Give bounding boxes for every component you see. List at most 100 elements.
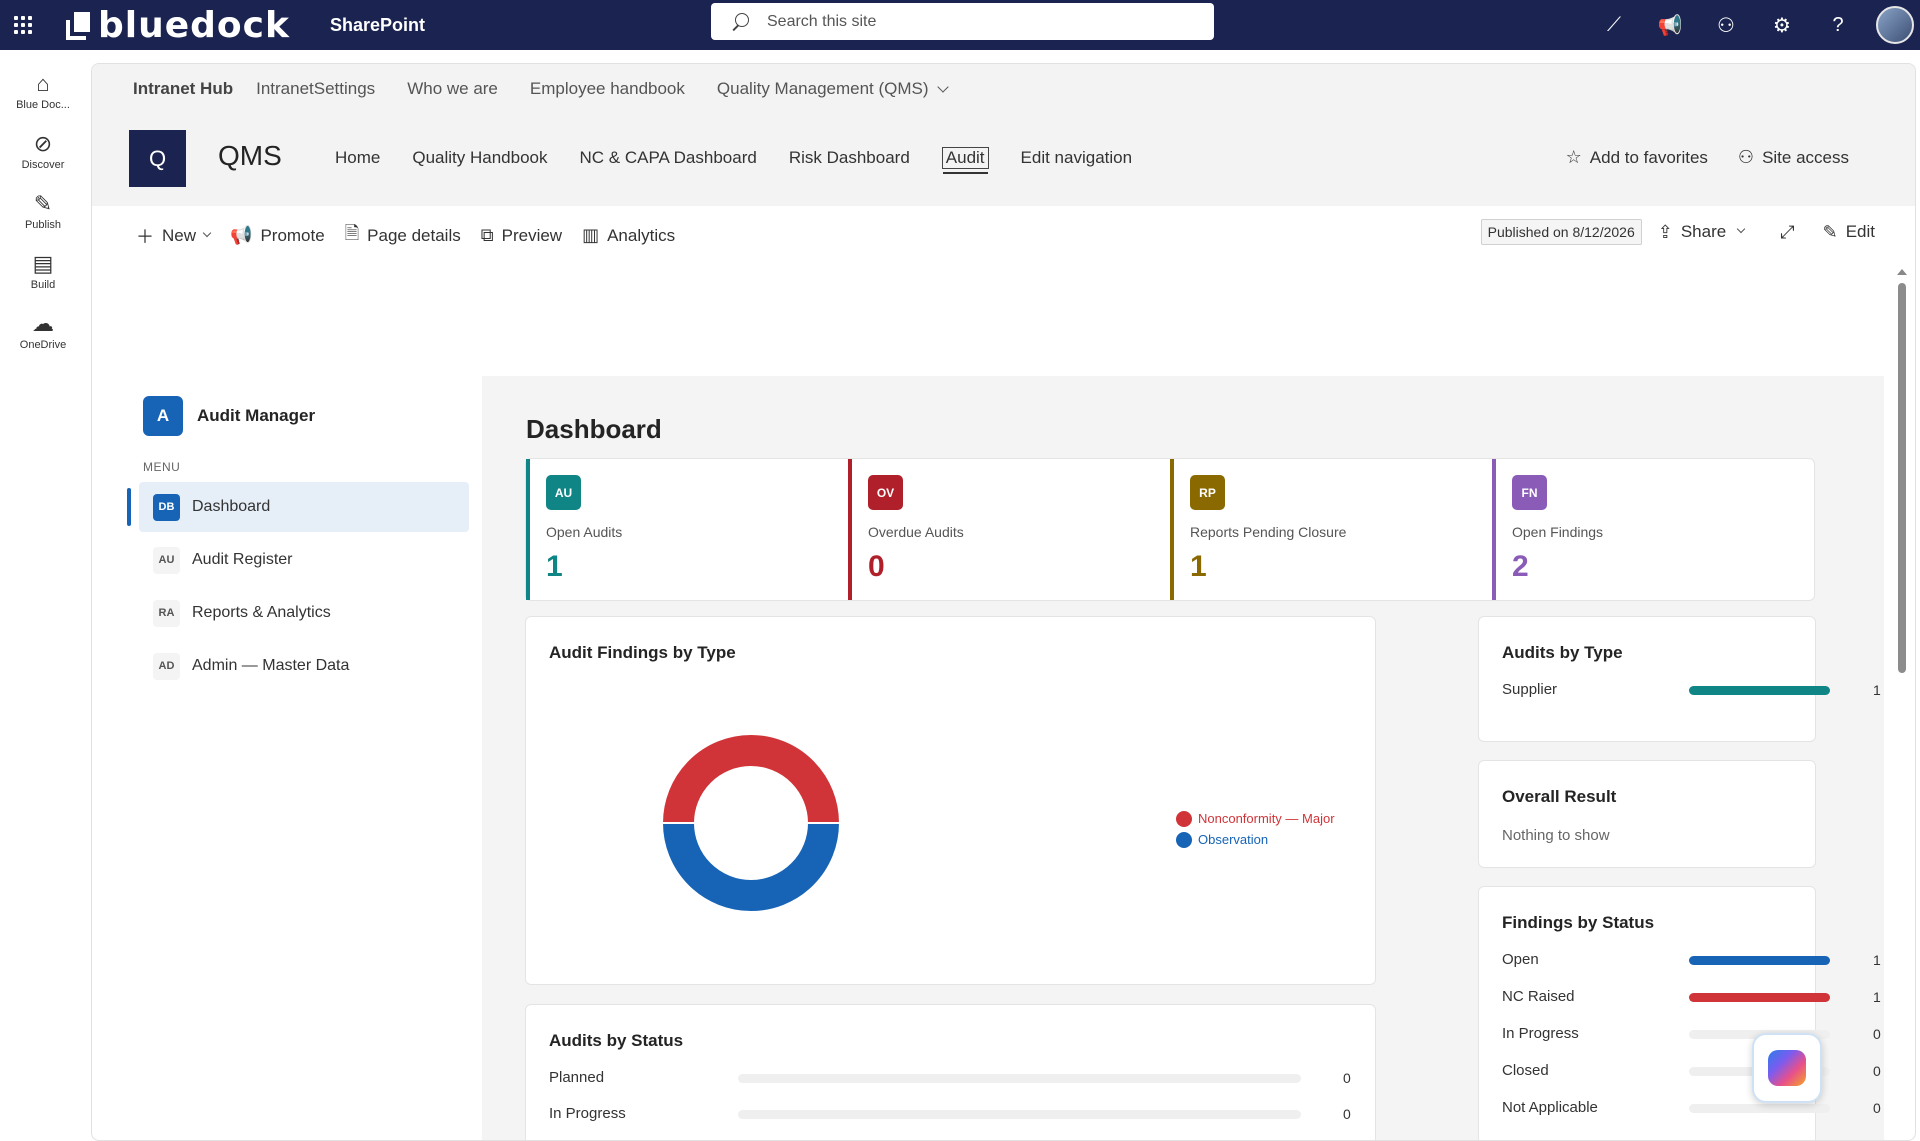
kpi-label: Open Findings — [1512, 524, 1604, 540]
kpi-open-audits[interactable]: AU Open Audits 1 — [526, 459, 848, 600]
donut-slice[interactable] — [661, 822, 841, 913]
appbar-item-publish[interactable]: ✎ Publish — [0, 182, 86, 240]
audit-manager-header: A Audit Manager — [143, 396, 479, 436]
kpi-reports-pending-closure[interactable]: RP Reports Pending Closure 1 — [1170, 459, 1492, 600]
megaphone-icon[interactable]: 📢 — [1642, 0, 1698, 50]
search-box[interactable]: Search this site — [711, 3, 1214, 40]
nav-audit[interactable]: Audit — [941, 147, 989, 174]
appbar-item-build[interactable]: ▤ Build — [0, 242, 86, 300]
brand-logo[interactable]: bluedock — [64, 5, 290, 46]
copilot-icon — [1768, 1050, 1806, 1086]
megaphone-icon: 📢 — [230, 225, 253, 245]
edit-button[interactable]: ✎ Edit — [1823, 222, 1875, 243]
scroll-thumb[interactable] — [1898, 283, 1906, 673]
audits-by-type-card: Audits by Type Supplier 1 — [1478, 616, 1881, 742]
avatar[interactable] — [1876, 6, 1914, 44]
analytics-button[interactable]: ▥ Analytics — [582, 225, 675, 246]
promote-button[interactable]: 📢 Promote — [230, 225, 325, 246]
nav-home[interactable]: Home — [335, 148, 380, 168]
cloud-icon: ☁ — [32, 310, 54, 336]
hub-link-who-we-are[interactable]: Who we are — [407, 79, 498, 99]
bar-track — [1689, 993, 1830, 1002]
bar-value: 1 — [1873, 682, 1881, 698]
copilot-button[interactable] — [1752, 1033, 1822, 1103]
menu-item-dashboard[interactable]: DB Dashboard — [127, 482, 469, 532]
menu-chip: AD — [153, 652, 180, 680]
promote-label: Promote — [260, 225, 325, 245]
donut-legend: Nonconformity — Major Observation — [1176, 808, 1335, 850]
settings-gear-icon[interactable]: ⚙ — [1754, 0, 1810, 50]
page-details-button[interactable]: 🗎 Page details — [345, 221, 461, 251]
scroll-up-icon[interactable] — [1897, 269, 1907, 275]
bar-value: 0 — [1873, 1063, 1881, 1079]
bar-value: 1 — [1873, 952, 1881, 968]
site-title[interactable]: QMS — [218, 140, 282, 172]
help-icon[interactable]: ? — [1810, 0, 1866, 50]
legend-label: Nonconformity — Major — [1198, 811, 1335, 826]
suite-bar: bluedock SharePoint Search this site ⟋ 📢… — [0, 0, 1920, 50]
site-access-button[interactable]: ⚇ Site access — [1738, 147, 1849, 168]
bar-value: 0 — [1343, 1106, 1351, 1122]
nav-edit-navigation[interactable]: Edit navigation — [1021, 148, 1133, 168]
kpi-chip: OV — [868, 475, 903, 510]
layout-icon: ▤ — [32, 250, 54, 276]
kpi-overdue-audits[interactable]: OV Overdue Audits 0 — [848, 459, 1170, 600]
appbar-label: Blue Doc... — [16, 98, 70, 111]
site-navigation: Home Quality Handbook NC & CAPA Dashboar… — [335, 147, 1164, 174]
legend-item: Nonconformity — Major — [1176, 808, 1335, 829]
card-title: Audits by Status — [549, 1031, 684, 1050]
page-details-label: Page details — [367, 225, 461, 245]
brand-name: bluedock — [98, 4, 290, 46]
menu-item-audit-register[interactable]: AU Audit Register — [139, 535, 469, 585]
preview-button[interactable]: ⧉ Preview — [481, 225, 562, 246]
appbar-label: Build — [30, 278, 56, 291]
menu-item-reports-analytics[interactable]: RA Reports & Analytics — [139, 588, 469, 638]
bluedock-logo-icon — [64, 12, 90, 40]
appbar-item-onedrive[interactable]: ☁ OneDrive — [0, 302, 86, 360]
kpi-value: 1 — [546, 550, 563, 583]
kpi-open-findings[interactable]: FN Open Findings 2 — [1492, 459, 1814, 600]
bar-value: 0 — [1873, 1100, 1881, 1116]
home-icon: ⌂ — [36, 70, 50, 96]
site-logo[interactable]: Q — [129, 130, 186, 187]
bar-fill — [1689, 993, 1830, 1002]
bar-value: 0 — [1343, 1070, 1351, 1086]
appbar-item-home[interactable]: ⌂ Blue Doc... — [0, 62, 86, 120]
hub-link-qms-label: Quality Management (QMS) — [716, 79, 929, 98]
dashboard-title: Dashboard — [526, 414, 662, 444]
nav-risk-dashboard[interactable]: Risk Dashboard — [789, 148, 910, 168]
page-scrollbar[interactable] — [1896, 269, 1908, 1139]
nav-nc-capa-dashboard[interactable]: NC & CAPA Dashboard — [580, 148, 757, 168]
analytics-label: Analytics — [607, 225, 676, 245]
preview-icon: ⧉ — [480, 225, 494, 245]
site-access-label: Site access — [1762, 147, 1849, 167]
nav-quality-handbook[interactable]: Quality Handbook — [412, 148, 547, 168]
hub-link-employee-handbook[interactable]: Employee handbook — [530, 79, 685, 99]
hub-link-intranet-settings[interactable]: IntranetSettings — [256, 79, 375, 99]
add-to-favorites-button[interactable]: ☆ Add to favorites — [1566, 147, 1708, 168]
legend-swatch — [1176, 831, 1192, 848]
copilot-glyph-icon[interactable]: ⟋ — [1586, 0, 1642, 50]
findings-donut-chart — [661, 733, 841, 913]
page-frame: Intranet Hub IntranetSettings Who we are… — [91, 63, 1916, 1141]
app-bar: ⌂ Blue Doc... ⊘ Discover ✎ Publish ▤ Bui… — [0, 50, 86, 1141]
share-button[interactable]: ⇪ Share — [1658, 222, 1746, 243]
menu-item-admin-master-data[interactable]: AD Admin — Master Data — [139, 641, 469, 691]
share-people-icon[interactable]: ⚇ — [1698, 0, 1754, 50]
audit-sidebar: A Audit Manager MENU DB Dashboard AU Aud… — [127, 396, 479, 691]
suite-app-name[interactable]: SharePoint — [330, 15, 425, 36]
hub-link-qms[interactable]: Quality Management (QMS) — [716, 79, 949, 99]
kpi-chip: RP — [1190, 475, 1225, 510]
hub-title[interactable]: Intranet Hub — [133, 79, 233, 99]
expand-button[interactable]: ⤢ — [1780, 222, 1802, 243]
add-to-favorites-label: Add to favorites — [1589, 147, 1708, 167]
edit-label: Edit — [1845, 222, 1875, 241]
new-button[interactable]: ＋ New — [136, 223, 212, 249]
preview-label: Preview — [501, 225, 563, 245]
bar-track — [1689, 686, 1830, 695]
donut-slice[interactable] — [661, 733, 841, 824]
app-launcher-icon[interactable] — [0, 0, 46, 50]
card-title: Overall Result — [1502, 787, 1617, 806]
menu-chip: RA — [153, 599, 180, 627]
appbar-item-discover[interactable]: ⊘ Discover — [0, 122, 86, 180]
